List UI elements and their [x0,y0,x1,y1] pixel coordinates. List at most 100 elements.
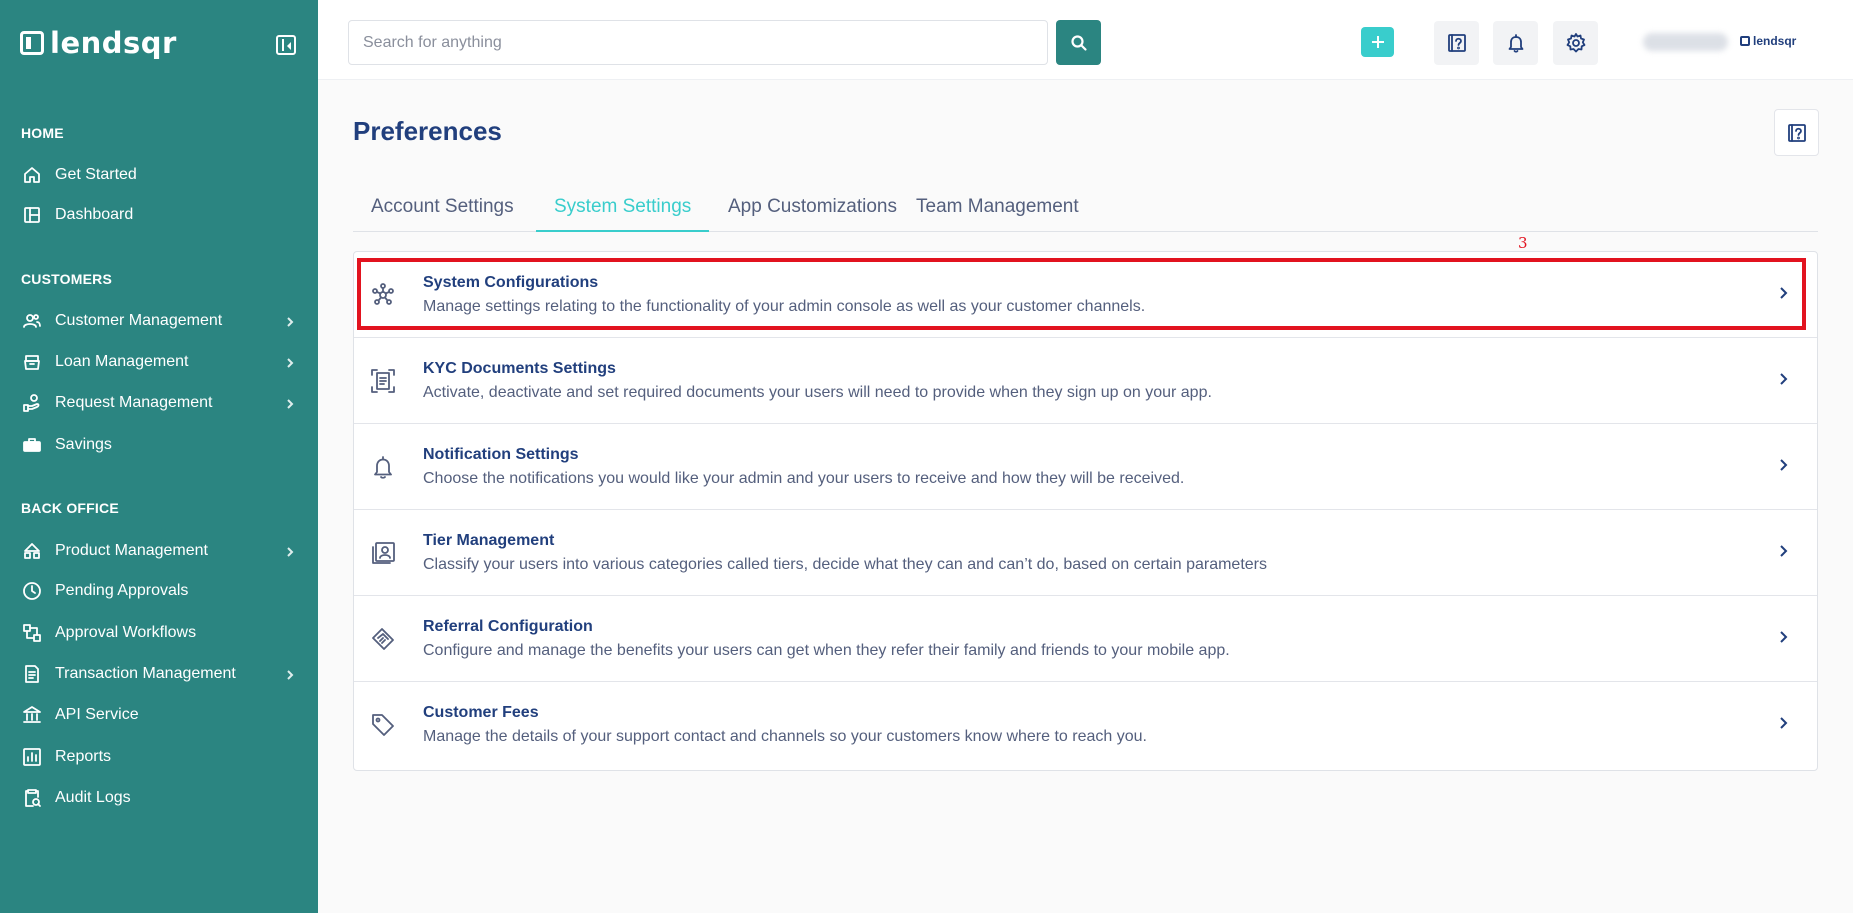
sidebar-item-reports[interactable]: Reports [0,739,318,775]
org-logo[interactable]: lendsqr [1740,34,1796,48]
product-icon [22,541,42,561]
chevron-right-icon [284,315,296,327]
sidebar-item-label: Approval Workflows [55,624,197,641]
chevron-right-icon [284,356,296,368]
chevron-right-icon [284,545,296,557]
bank-building-icon [22,705,42,725]
dashboard-icon [22,205,42,225]
users-icon [22,311,42,331]
logo-mark-icon [20,31,44,55]
chevron-right-icon [284,397,296,409]
sidebar-item-loan-management[interactable]: Loan Management [0,344,318,380]
bell-icon [1508,34,1523,53]
sidebar-item-label: Get Started [55,166,137,183]
sidebar-item-label: Audit Logs [55,789,131,806]
top-bar: lendsqr [318,0,1853,80]
page-help-button[interactable] [1774,109,1819,156]
section-title-customers: CUSTOMERS [21,271,112,287]
sidebar-item-label: Request Management [55,394,213,411]
sidebar-item-approval-workflows[interactable]: Approval Workflows [0,615,318,651]
org-logo-mark-icon [1740,36,1750,46]
collapse-sidebar-icon[interactable] [276,35,296,55]
transaction-icon [22,664,42,684]
tab-system-settings[interactable]: System Settings [536,186,710,232]
sidebar-item-pending-approvals[interactable]: Pending Approvals [0,573,318,609]
sidebar-item-label: Transaction Management [55,665,236,682]
settings-row-customer-fees[interactable]: Customer Fees Manage the details of your… [354,682,1817,768]
sidebar-item-label: Reports [55,748,112,765]
settings-button[interactable] [1553,21,1598,65]
sidebar-item-label: Pending Approvals [55,582,189,599]
bank-icon [22,352,42,372]
settings-row-title: KYC Documents Settings [423,360,616,377]
settings-row-title: Referral Configuration [423,618,593,635]
briefcase-icon [22,435,42,455]
plus-icon [1371,36,1384,48]
sidebar-item-label: Dashboard [55,206,134,223]
chevron-right-icon [1776,716,1790,730]
clock-icon [22,581,42,601]
document-scan-icon [370,368,396,394]
sidebar: lendsqr HOME Get Started Dashboard CUSTO… [0,0,318,913]
search-input[interactable] [349,21,1047,64]
sidebar-item-product-management[interactable]: Product Management [0,533,318,569]
home-icon [22,165,42,185]
sidebar-item-transaction-management[interactable]: Transaction Management [0,656,318,692]
gear-icon [1566,33,1585,53]
add-button[interactable] [1361,27,1394,57]
logo-text: lendsqr [50,26,177,60]
chevron-right-icon [284,668,296,680]
tab-app-customizations[interactable]: App Customizations [710,186,915,232]
search-box [348,20,1048,65]
settings-row-tier-management[interactable]: Tier Management Classify your users into… [354,510,1817,596]
settings-row-title: Tier Management [423,532,555,549]
page-title: Preferences [353,116,502,146]
user-card-icon [370,540,396,566]
help-button[interactable] [1434,21,1479,65]
help-book-icon [1447,34,1466,52]
section-title-back-office: BACK OFFICE [21,500,119,516]
settings-row-notification-settings[interactable]: Notification Settings Choose the notific… [354,424,1817,510]
settings-row-title: Customer Fees [423,704,539,721]
sidebar-item-label: API Service [55,706,139,723]
section-title-home: HOME [21,125,64,141]
notifications-button[interactable] [1493,21,1538,65]
tab-team-management[interactable]: Team Management [898,186,1097,232]
settings-row-title: Notification Settings [423,446,579,463]
sidebar-item-label: Savings [55,436,112,453]
tag-icon [370,712,396,738]
chevron-right-icon [1776,544,1790,558]
chevron-right-icon [1776,372,1790,386]
sidebar-item-label: Customer Management [55,312,223,329]
settings-row-description: Activate, deactivate and set required do… [423,384,1212,401]
user-name-blurred[interactable] [1643,33,1728,51]
help-book-icon [1787,123,1806,142]
sidebar-item-label: Loan Management [55,353,189,370]
settings-row-description: Manage the details of your support conta… [423,728,1147,745]
settings-row-description: Choose the notifications you would like … [423,470,1185,487]
sidebar-item-customer-management[interactable]: Customer Management [0,303,318,339]
sidebar-item-label: Product Management [55,542,208,559]
clipboard-search-icon [22,788,42,808]
sidebar-item-api-service[interactable]: API Service [0,697,318,733]
settings-row-referral-configuration[interactable]: Referral Configuration Configure and man… [354,596,1817,682]
workflow-icon [22,623,42,643]
sidebar-item-dashboard[interactable]: Dashboard [0,197,318,233]
settings-row-description: Classify your users into various categor… [423,556,1267,573]
sidebar-item-savings[interactable]: Savings [0,427,318,463]
bell-icon [370,454,396,480]
hand-money-icon [22,393,42,413]
tab-account-settings[interactable]: Account Settings [353,186,532,232]
handshake-icon [370,626,396,652]
search-icon [1070,34,1087,51]
settings-row-kyc-documents-settings[interactable]: KYC Documents Settings Activate, deactiv… [354,338,1817,424]
chevron-right-icon [1776,458,1790,472]
search-button[interactable] [1056,20,1101,65]
chevron-right-icon [1776,630,1790,644]
app-logo[interactable]: lendsqr [20,26,177,60]
sidebar-item-get-started[interactable]: Get Started [0,157,318,193]
preferences-tabs: Account Settings System Settings App Cus… [353,186,1818,232]
annotation-marker: 3 [1518,234,1528,252]
sidebar-item-audit-logs[interactable]: Audit Logs [0,780,318,816]
sidebar-item-request-management[interactable]: Request Management [0,385,318,421]
